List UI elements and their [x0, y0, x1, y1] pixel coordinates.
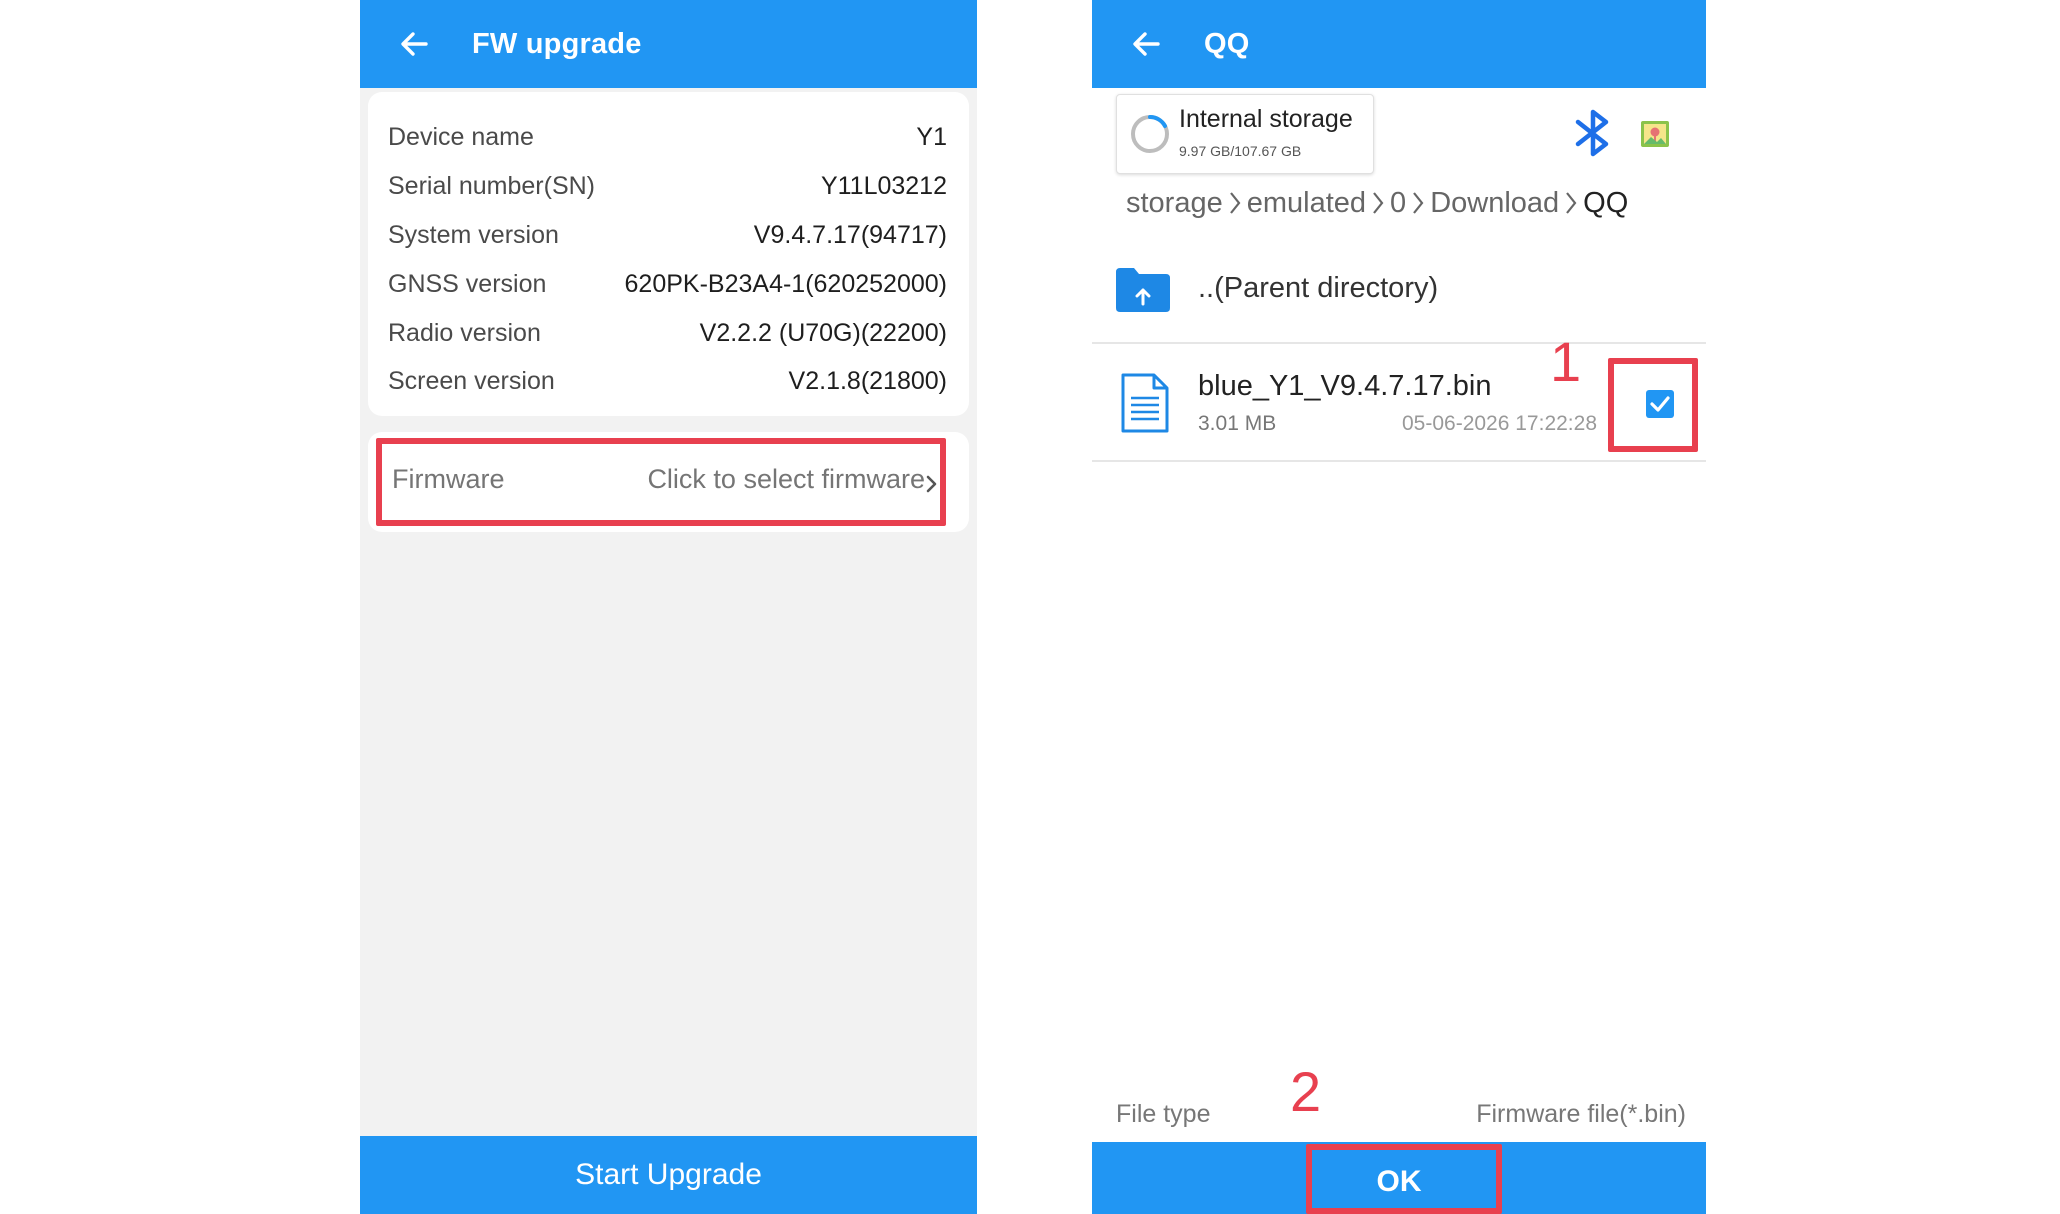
parent-directory-label: ..(Parent directory)	[1198, 272, 1439, 304]
folder-up-icon	[1116, 268, 1170, 312]
back-arrow-icon[interactable]	[396, 26, 432, 62]
info-value: Y11L03212	[820, 172, 947, 200]
storage-selector[interactable]: Internal storage 9.97 GB/107.67 GB	[1116, 94, 1374, 174]
step-1-annotation: 1	[1550, 330, 1582, 393]
info-label: Screen version	[388, 367, 555, 395]
chevron-right-icon	[1566, 192, 1577, 215]
file-date: 05-06-2026 17:22:28	[1402, 412, 1597, 435]
device-info-card: Device name Y1 Serial number(SN) Y11L032…	[368, 92, 969, 416]
info-row-screen-version: Screen version V2.1.8(21800)	[388, 361, 947, 401]
highlight-box-ok	[1306, 1144, 1502, 1214]
step-2-annotation: 2	[1290, 1060, 1322, 1123]
file-picker-screen: QQ Internal storage 9.97 GB/107.67 GB st…	[1092, 0, 1706, 1214]
image-icon[interactable]	[1640, 120, 1670, 148]
divider	[1092, 460, 1706, 462]
info-label: System version	[388, 221, 559, 249]
breadcrumb: storage emulated 0 Download QQ	[1126, 182, 1628, 222]
app-bar: FW upgrade	[360, 0, 977, 88]
app-bar: QQ	[1092, 0, 1706, 88]
start-upgrade-button[interactable]: Start Upgrade	[360, 1136, 977, 1214]
highlight-box-firmware	[376, 438, 946, 526]
info-value: V2.2.2 (U70G)(22200)	[699, 319, 947, 347]
page-title: FW upgrade	[472, 28, 642, 60]
storage-spinner-icon	[1131, 115, 1169, 153]
breadcrumb-item-current: QQ	[1583, 187, 1629, 220]
highlight-box-checkbox	[1608, 358, 1698, 452]
breadcrumb-item[interactable]: 0	[1390, 183, 1406, 223]
info-value: V2.1.8(21800)	[788, 367, 947, 395]
file-type-value: Firmware file(*.bin)	[1476, 1100, 1686, 1128]
info-value: Y1	[916, 123, 947, 151]
info-row-gnss-version: GNSS version 620PK-B23A4-1(620252000)	[388, 264, 947, 304]
info-label: Device name	[388, 123, 534, 151]
info-row-system-version: System version V9.4.7.17(94717)	[388, 215, 947, 255]
info-label: GNSS version	[388, 270, 547, 298]
info-label: Serial number(SN)	[388, 172, 596, 200]
info-row-radio-version: Radio version V2.2.2 (U70G)(22200)	[388, 313, 947, 353]
breadcrumb-item[interactable]: storage	[1126, 183, 1223, 223]
info-label: Radio version	[388, 319, 541, 347]
info-row-device-name: Device name Y1	[388, 117, 947, 157]
file-name: blue_Y1_V9.4.7.17.bin	[1198, 370, 1492, 402]
storage-name: Internal storage	[1179, 105, 1353, 133]
page-title: QQ	[1204, 28, 1250, 60]
file-size: 3.01 MB	[1198, 412, 1277, 435]
chevron-right-icon	[1413, 192, 1424, 215]
info-value: V9.4.7.17(94717)	[753, 221, 947, 249]
info-value: 620PK-B23A4-1(620252000)	[624, 270, 947, 298]
breadcrumb-item[interactable]: emulated	[1247, 183, 1366, 223]
breadcrumb-item[interactable]: Download	[1430, 183, 1559, 223]
chevron-right-icon	[1373, 192, 1384, 215]
storage-size: 9.97 GB/107.67 GB	[1179, 143, 1302, 159]
bluetooth-icon[interactable]	[1572, 108, 1616, 158]
back-arrow-icon[interactable]	[1128, 26, 1164, 62]
chevron-right-icon	[1229, 192, 1241, 215]
fw-upgrade-screen: FW upgrade Device name Y1 Serial number(…	[360, 0, 977, 1214]
info-row-serial-number: Serial number(SN) Y11L03212	[388, 166, 947, 206]
document-icon	[1121, 373, 1169, 433]
parent-directory-row[interactable]: ..(Parent directory)	[1092, 240, 1706, 340]
file-type-label: File type	[1116, 1100, 1211, 1128]
